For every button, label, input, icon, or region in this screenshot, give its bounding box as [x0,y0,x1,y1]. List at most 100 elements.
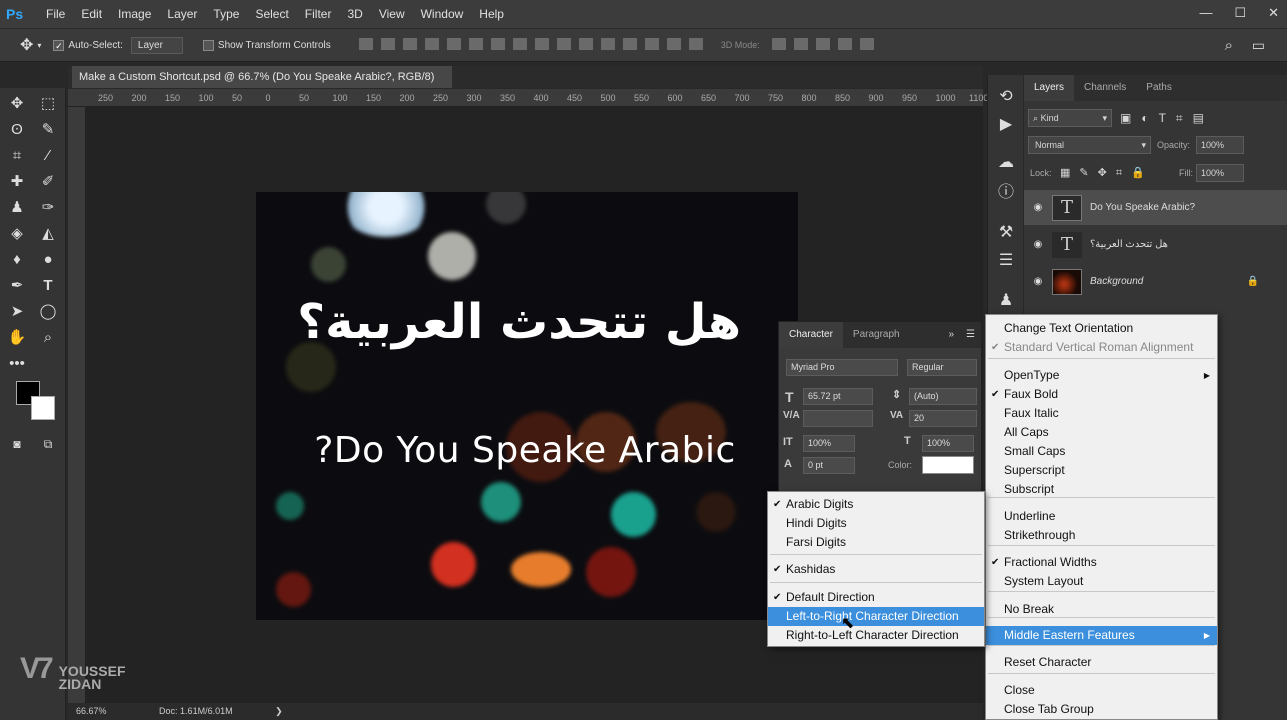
font-size-field[interactable]: 65.72 pt [803,388,873,405]
menu-help[interactable]: Help [471,0,512,29]
chevron-down-icon[interactable]: ▾ [37,41,41,50]
lock-icons[interactable]: ▦✎✥⌗🔒 [1060,166,1154,180]
menu-item-fractional-widths[interactable]: Fractional Widths ✔ [986,553,1217,572]
submenu-item-kashidas[interactable]: Kashidas ✔ [768,560,984,579]
menu-item-change-text-orientation[interactable]: Change Text Orientation [986,319,1217,338]
menu-layer[interactable]: Layer [159,0,205,29]
menu-select[interactable]: Select [247,0,296,29]
clone-stamp-icon[interactable]: ♟ [6,197,28,219]
menu-item-underline[interactable]: Underline [986,507,1217,526]
menu-item-reset-character[interactable]: Reset Character [986,653,1217,672]
auto-select-dropdown[interactable]: Layer [130,36,183,54]
path-select-icon[interactable]: ➤ [6,301,28,323]
menu-type[interactable]: Type [205,0,247,29]
submenu-item-hindi-digits[interactable]: Hindi Digits [768,514,984,533]
font-family-dropdown[interactable]: Myriad Pro [786,359,898,376]
menu-image[interactable]: Image [110,0,159,29]
menu-item-close-tab-group[interactable]: Close Tab Group [986,700,1217,719]
menu-filter[interactable]: Filter [297,0,340,29]
layer-filter-icons[interactable]: ▣◐T⌗▤ [1120,111,1214,126]
ellipse-tool-icon[interactable]: ◯ [37,301,59,323]
layer-row[interactable]: ◉ Background 🔒 [1024,264,1287,299]
lasso-tool-icon[interactable]: ʘ [6,119,28,141]
menu-item-system-layout[interactable]: System Layout [986,572,1217,591]
layer-row[interactable]: ◉ T Do You Speake Arabic? [1024,190,1287,225]
eraser-tool-icon[interactable]: ◈ [6,223,28,245]
collapse-icon[interactable]: » [942,322,960,348]
menu-file[interactable]: File [38,0,73,29]
quick-select-tool-icon[interactable]: ✎ [37,119,59,141]
layer-row[interactable]: ◉ T هل تتحدث العربية؟ [1024,227,1287,262]
marquee-tool-icon[interactable]: ⬚ [37,93,59,115]
align-icons[interactable] [355,37,707,53]
blend-mode-dropdown[interactable]: Normal ▾ [1028,136,1151,154]
document-artwork[interactable] [256,192,798,620]
submenu-item-left-to-right-character-direction[interactable]: Left-to-Right Character Direction [768,607,984,626]
layer-kind-filter[interactable]: ⌕ Kind ▾ [1028,109,1112,127]
crop-tool-icon[interactable]: ⌗ [6,145,28,167]
menu-item-middle-eastern-features[interactable]: Middle Eastern Features ▶ [986,626,1217,645]
close-window-button[interactable]: ✕ [1268,5,1279,21]
horizontal-scale-field[interactable]: 100% [922,435,974,452]
vertical-scale-field[interactable]: 100% [803,435,855,452]
menu-window[interactable]: Window [413,0,472,29]
tracking-field[interactable]: 20 [909,410,977,427]
brush-tool-icon[interactable]: ✐ [37,171,59,193]
eyedropper-tool-icon[interactable]: ⁄ [37,145,59,167]
submenu-item-default-direction[interactable]: Default Direction ✔ [768,588,984,607]
search-icon[interactable]: ⌕ [1225,37,1233,54]
font-style-dropdown[interactable]: Regular [907,359,977,376]
menu-item-superscript[interactable]: Superscript [986,461,1217,480]
menu-item-strikethrough[interactable]: Strikethrough [986,526,1217,545]
info-icon[interactable]: ⓘ [996,183,1016,203]
menu-item-faux-bold[interactable]: Faux Bold ✔ [986,385,1217,404]
clone-source-icon[interactable]: ♟ [996,291,1016,311]
background-color-swatch[interactable] [31,396,55,420]
layer-name[interactable]: Do You Speake Arabic? [1090,202,1195,213]
dodge-tool-icon[interactable]: ● [37,249,59,271]
submenu-item-arabic-digits[interactable]: Arabic Digits ✔ [768,495,984,514]
pen-tool-icon[interactable]: ✒ [6,275,28,297]
zoom-level[interactable]: 66.67% [76,706,107,716]
english-text-layer[interactable]: ?Do You Speake Arabic [300,430,750,471]
quick-mask-icon[interactable]: ◙ [6,433,28,455]
history-brush-icon[interactable]: ✑ [37,197,59,219]
document-tab[interactable]: Make a Custom Shortcut.psd @ 66.7% (Do Y… [72,66,452,105]
tab-channels[interactable]: Channels [1074,75,1136,101]
submenu-item-farsi-digits[interactable]: Farsi Digits [768,533,984,552]
submenu-item-right-to-left-character-direction[interactable]: Right-to-Left Character Direction [768,626,984,645]
visibility-eye-icon[interactable]: ◉ [1024,239,1052,250]
blur-tool-icon[interactable]: ♦ [6,249,28,271]
arabic-text-layer[interactable]: هل تتحدث العربية؟ [291,294,741,350]
menu-item-opentype[interactable]: OpenType ▶ [986,366,1217,385]
screen-mode-icon[interactable]: ⧉ [37,433,59,455]
tab-layers[interactable]: Layers [1024,75,1075,101]
paint-bucket-icon[interactable]: ◭ [37,223,59,245]
hand-tool-icon[interactable]: ✋ [6,327,28,349]
auto-select-checkbox[interactable]: ✓ [53,39,65,51]
menu-3d[interactable]: 3D [339,0,370,29]
brushes-icon[interactable]: ⚒ [996,223,1016,243]
fill-field[interactable]: 100% [1196,164,1244,182]
baseline-shift-field[interactable]: 0 pt [803,457,855,474]
menu-item-all-caps[interactable]: All Caps [986,423,1217,442]
text-color-swatch[interactable] [922,456,974,474]
tab-character[interactable]: Character [779,322,843,348]
type-tool-icon[interactable]: T [37,275,59,297]
layer-name[interactable]: هل تتحدث العربية؟ [1090,239,1168,250]
menu-edit[interactable]: Edit [73,0,110,29]
opacity-field[interactable]: 100% [1196,136,1244,154]
move-tool-icon[interactable]: ✥ [20,35,33,55]
adjustments-icon[interactable]: ☰ [996,251,1016,271]
actions-play-icon[interactable]: ▶ [996,115,1016,135]
status-arrow-icon[interactable]: ❯ [275,706,283,716]
workspace-icon[interactable]: ▭ [1252,37,1265,54]
menu-item-small-caps[interactable]: Small Caps [986,442,1217,461]
libraries-icon[interactable]: ☁ [996,153,1016,173]
panel-menu-icon[interactable]: ☰ [960,322,981,348]
tab-paths[interactable]: Paths [1136,75,1182,101]
history-panel-icon[interactable]: ⟲ [996,87,1016,107]
healing-brush-icon[interactable]: ✚ [6,171,28,193]
visibility-eye-icon[interactable]: ◉ [1024,202,1052,213]
leading-field[interactable]: (Auto) [909,388,977,405]
